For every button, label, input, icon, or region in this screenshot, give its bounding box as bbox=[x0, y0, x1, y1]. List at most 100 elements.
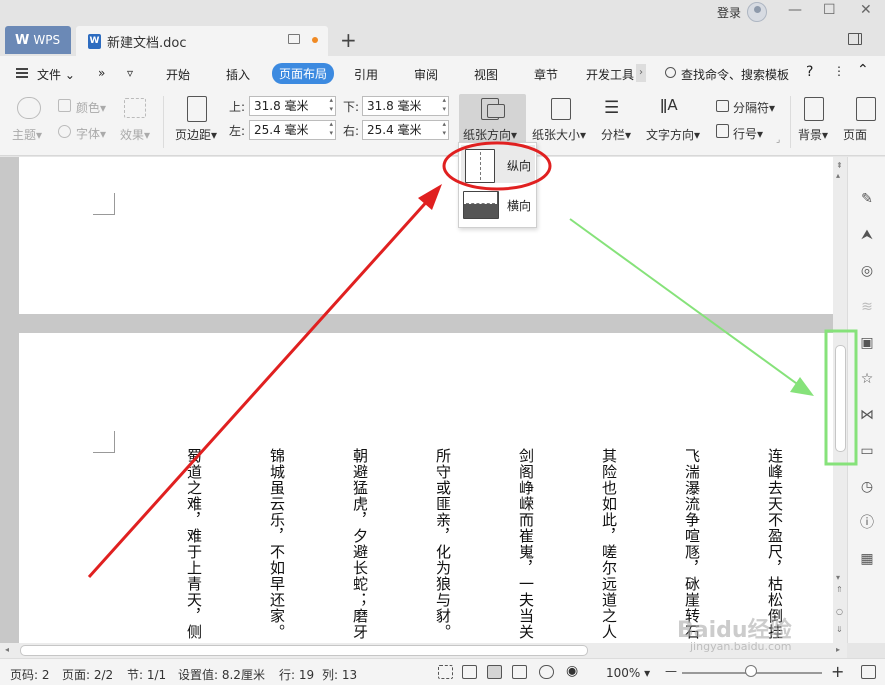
portrait-option[interactable]: 纵向 bbox=[461, 145, 535, 183]
columns-icon[interactable]: ☰ bbox=[604, 98, 619, 118]
row-status[interactable]: 行: 19 bbox=[279, 666, 314, 683]
scroll-left-icon[interactable]: ◂ bbox=[5, 645, 9, 654]
text-column[interactable]: 剑阁峥嵘而崔嵬，一夫当关 bbox=[517, 448, 535, 640]
menu-tab-insert[interactable]: 插入 bbox=[226, 66, 250, 83]
fullscreen-icon[interactable] bbox=[438, 665, 453, 679]
next-page-icon[interactable]: ⇓ bbox=[836, 625, 843, 634]
effects-button[interactable]: 效果▾ bbox=[120, 126, 150, 143]
scroll-top-icon[interactable]: ⇞ bbox=[836, 161, 843, 170]
font-theme-button[interactable]: 字体▾ bbox=[76, 125, 106, 142]
scroll-down-icon[interactable]: ▾ bbox=[836, 573, 840, 582]
select-browse-icon[interactable]: ○ bbox=[836, 607, 843, 616]
tab-document[interactable]: W 新建文档.doc bbox=[76, 26, 328, 56]
line-number-icon[interactable] bbox=[716, 124, 729, 138]
archive-icon[interactable]: ▭ bbox=[859, 443, 875, 459]
bottom-margin-input[interactable]: 31.8 毫米 bbox=[362, 96, 449, 116]
text-direction-icon[interactable]: ǁA bbox=[660, 96, 678, 114]
page-border-icon[interactable] bbox=[856, 97, 876, 121]
share-icon[interactable]: ⋈ bbox=[859, 407, 875, 423]
section-status[interactable]: 节: 1/1 bbox=[127, 666, 166, 683]
font-theme-icon[interactable] bbox=[58, 125, 71, 138]
document-canvas[interactable]: 连峰去天不盈尺，枯松倒挂 飞湍瀑流争喧豗，砯崖转石 其险也如此，嗟尔远道之人 剑… bbox=[0, 157, 833, 643]
apps-grid-icon[interactable]: ▦ bbox=[859, 551, 875, 567]
theme-palette-icon[interactable] bbox=[17, 97, 41, 119]
text-column[interactable]: 所守或匪亲，化为狼与豺。 bbox=[434, 448, 452, 640]
horizontal-scroll-thumb[interactable] bbox=[20, 645, 588, 656]
menu-tab-references[interactable]: 引用 bbox=[354, 66, 378, 83]
sidebar-toggle-icon[interactable] bbox=[848, 33, 862, 45]
monitor-icon[interactable] bbox=[288, 34, 300, 44]
separator-button[interactable]: 分隔符▾ bbox=[733, 99, 775, 116]
prev-page-icon[interactable]: ⇑ bbox=[836, 585, 843, 594]
margins-icon[interactable] bbox=[187, 96, 207, 122]
page-number-status[interactable]: 页码: 2 bbox=[10, 666, 50, 683]
background-button[interactable]: 背景▾ bbox=[798, 126, 828, 143]
help-circle-icon[interactable]: ⓘ bbox=[859, 515, 875, 531]
image-icon[interactable]: ▣ bbox=[859, 335, 875, 351]
top-margin-input[interactable]: 31.8 毫米 bbox=[249, 96, 336, 116]
text-direction-button[interactable]: 文字方向▾ bbox=[646, 126, 700, 143]
minimize-button[interactable]: — bbox=[788, 2, 802, 18]
page-border-button[interactable]: 页面 bbox=[843, 126, 867, 143]
menu-tab-page-layout[interactable]: 页面布局 bbox=[272, 63, 335, 84]
columns-button[interactable]: 分栏▾ bbox=[601, 126, 631, 143]
close-button[interactable]: ✕ bbox=[860, 2, 872, 18]
dialog-launcher-icon[interactable]: ⌟ bbox=[776, 135, 780, 145]
separator-icon[interactable] bbox=[716, 100, 729, 112]
history-icon[interactable]: ◷ bbox=[859, 479, 875, 495]
text-column[interactable]: 蜀道之难，难于上青天，侧 bbox=[185, 448, 203, 640]
new-tab-button[interactable]: + bbox=[340, 28, 357, 52]
zoom-out-button[interactable]: — bbox=[665, 664, 677, 678]
tab-wps[interactable]: W WPS bbox=[5, 26, 71, 54]
menu-scroll-right-icon[interactable]: › bbox=[636, 64, 646, 82]
theme-button[interactable]: 主题▾ bbox=[12, 126, 42, 143]
vertical-scroll-thumb[interactable] bbox=[835, 345, 846, 452]
zoom-slider-knob[interactable] bbox=[745, 665, 757, 677]
fit-window-icon[interactable] bbox=[861, 665, 876, 679]
command-search[interactable]: 查找命令、搜索模板 bbox=[681, 66, 789, 83]
web-view-icon[interactable] bbox=[539, 665, 554, 679]
page-view-icon[interactable] bbox=[487, 665, 502, 679]
margins-button[interactable]: 页边距▾ bbox=[175, 126, 217, 143]
more-chevron-icon[interactable]: » bbox=[98, 66, 105, 80]
landscape-option[interactable]: 横向 bbox=[461, 187, 535, 225]
shapes-icon[interactable]: ◎ bbox=[859, 263, 875, 279]
maximize-button[interactable]: ☐ bbox=[823, 2, 836, 18]
login-button[interactable]: 登录 bbox=[717, 4, 741, 21]
orientation-button[interactable]: 纸张方向▾ bbox=[459, 94, 526, 144]
effects-icon[interactable] bbox=[124, 98, 146, 118]
help-icon[interactable]: ? bbox=[806, 64, 813, 80]
zoom-in-button[interactable]: + bbox=[831, 662, 844, 681]
menu-tab-section[interactable]: 章节 bbox=[534, 66, 558, 83]
eye-protection-icon[interactable]: ◉ bbox=[566, 663, 578, 679]
text-column[interactable]: 锦城虽云乐，不如早还家。 bbox=[268, 448, 286, 640]
avatar[interactable] bbox=[747, 2, 767, 22]
read-mode-icon[interactable] bbox=[462, 665, 477, 679]
scroll-up-icon[interactable]: ▴ bbox=[836, 171, 840, 180]
menu-tab-developer[interactable]: 开发工具 bbox=[586, 66, 634, 83]
text-column[interactable]: 朝避猛虎，夕避长蛇；磨牙 bbox=[351, 448, 369, 640]
paper-size-icon[interactable] bbox=[551, 98, 571, 120]
dropdown-chevron-icon[interactable]: ▿ bbox=[127, 66, 133, 80]
setting-status[interactable]: 设置值: 8.2厘米 bbox=[178, 666, 265, 683]
page-2[interactable]: 连峰去天不盈尺，枯松倒挂 飞湍瀑流争喧豗，砯崖转石 其险也如此，嗟尔远道之人 剑… bbox=[19, 333, 833, 643]
menu-tab-home[interactable]: 开始 bbox=[166, 66, 190, 83]
colors-button[interactable]: 颜色▾ bbox=[76, 99, 106, 116]
vertical-scrollbar[interactable]: ⇞ ▴ ▾ ⇑ ○ ⇓ bbox=[833, 157, 847, 643]
background-icon[interactable] bbox=[804, 97, 824, 121]
more-options-icon[interactable]: ⋮ bbox=[833, 64, 845, 78]
scroll-right-icon[interactable]: ▸ bbox=[836, 645, 840, 654]
file-menu[interactable]: 文件 ⌄ bbox=[37, 66, 75, 83]
pen-icon[interactable]: ✎ bbox=[859, 191, 875, 207]
column-status[interactable]: 列: 13 bbox=[322, 666, 357, 683]
left-margin-input[interactable]: 25.4 毫米 bbox=[249, 120, 336, 140]
page-count-status[interactable]: 页面: 2/2 bbox=[62, 666, 113, 683]
text-column[interactable]: 其险也如此，嗟尔远道之人 bbox=[600, 448, 618, 640]
adjust-icon[interactable]: ≋ bbox=[859, 299, 875, 315]
search-icon[interactable] bbox=[665, 67, 676, 78]
cursor-select-icon[interactable]: ⮝ bbox=[859, 227, 875, 243]
paper-size-button[interactable]: 纸张大小▾ bbox=[532, 126, 586, 143]
right-margin-input[interactable]: 25.4 毫米 bbox=[362, 120, 449, 140]
collapse-ribbon-icon[interactable]: ⌃ bbox=[857, 62, 869, 78]
outline-view-icon[interactable] bbox=[512, 665, 527, 679]
